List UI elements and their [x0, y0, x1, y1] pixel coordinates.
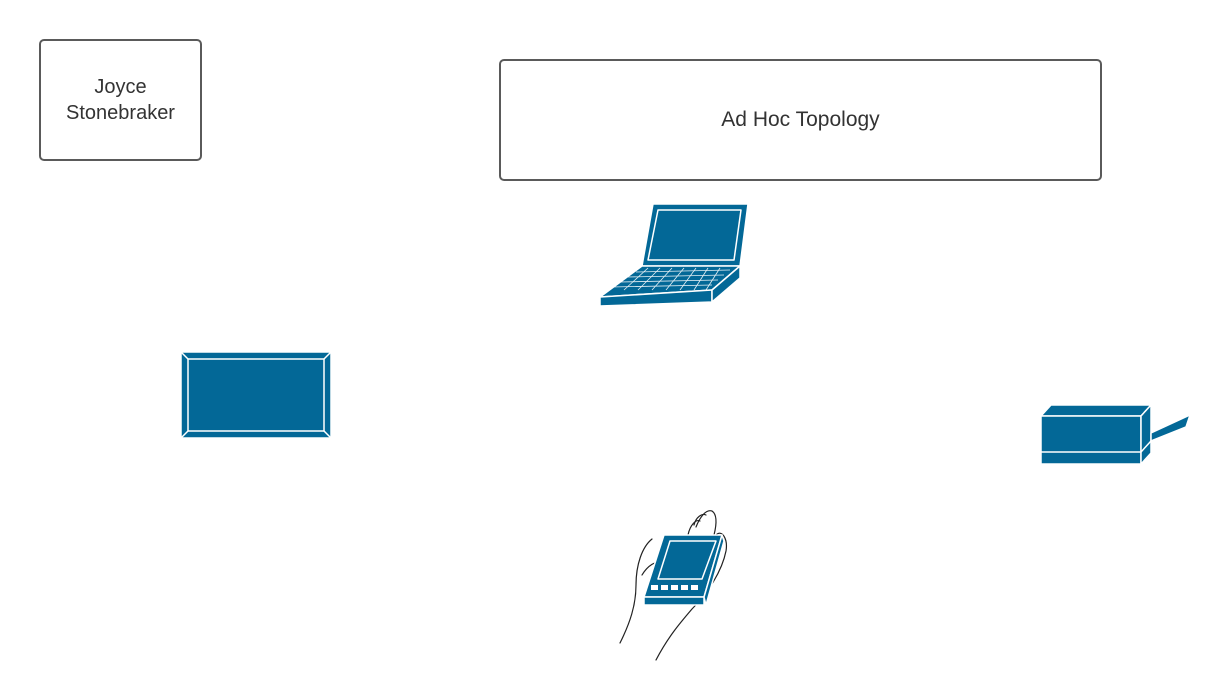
diagram-title-box: Ad Hoc Topology: [499, 59, 1102, 181]
author-label-box: Joyce Stonebraker: [39, 39, 202, 161]
handheld-pda-icon: [619, 510, 727, 661]
flat-panel-display-icon: [180, 351, 332, 439]
laptop-icon: [599, 203, 749, 307]
wireless-device-icon: [1040, 404, 1191, 465]
diagram-title: Ad Hoc Topology: [721, 108, 880, 131]
author-name: Joyce Stonebraker: [66, 76, 175, 124]
